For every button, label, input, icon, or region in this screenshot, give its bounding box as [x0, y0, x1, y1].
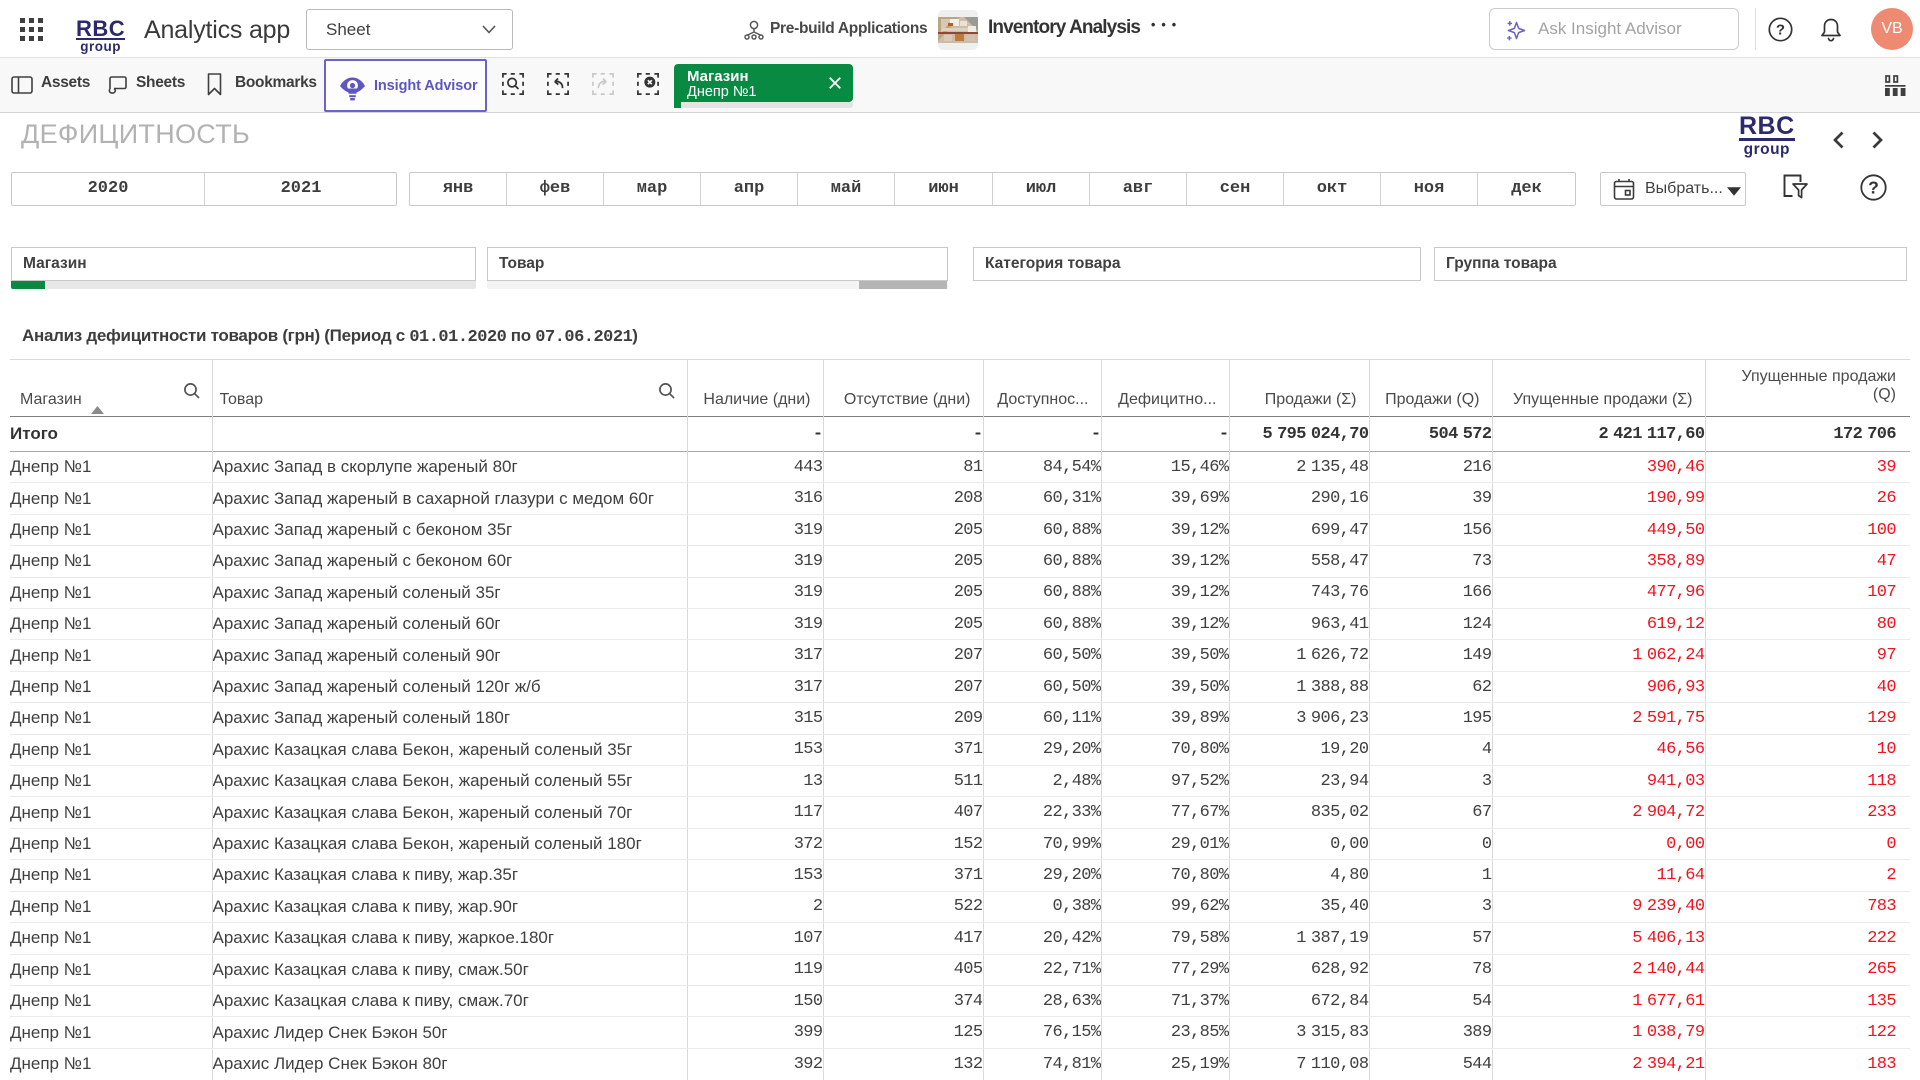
svg-text:?: ? [1868, 178, 1879, 198]
svg-text:?: ? [1776, 22, 1785, 39]
